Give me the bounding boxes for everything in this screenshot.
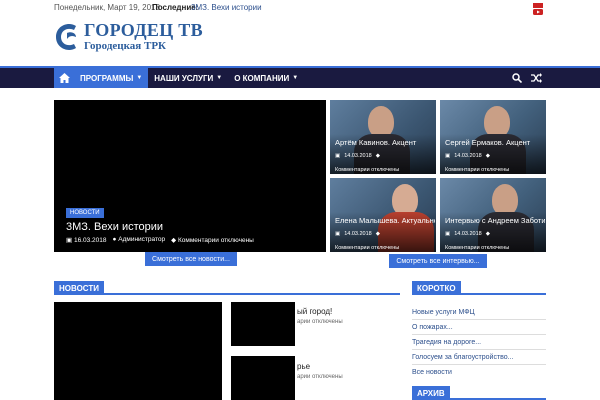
post-author[interactable]: ● Администратор [113, 236, 166, 244]
short-news-list: Новые услуги МФЦ О пожарах... Трагедия н… [412, 305, 546, 379]
interview-card[interactable]: Артём Кавинов. Акцент ▣ 14.03.2018 ◆ Комме… [330, 100, 436, 174]
nav-item-services[interactable]: НАШИ УСЛУГИ ▼ [148, 68, 228, 88]
interview-date: 14.03.2018 [344, 231, 372, 237]
interview-meta: ▣ 14.03.2018 ◆ Комментарии отключены [335, 151, 435, 174]
interview-title[interactable]: Интервью с Андреем Заботиным [445, 216, 545, 225]
featured-post[interactable]: НОВОСТИ 3МЗ. Вехи истории ▣ 16.03.2018 ●… [54, 100, 326, 252]
all-news-button[interactable]: Смотреть все новости... [145, 252, 237, 266]
short-section-header: КОРОТКО [412, 281, 546, 295]
nav-item-label: НАШИ УСЛУГИ [154, 73, 214, 83]
calendar-icon: ▣ [335, 231, 341, 237]
post-comments: ◆ Комментарии отключены [171, 237, 254, 244]
news-section-header: НОВОСТИ [54, 281, 400, 295]
interview-title[interactable]: Сергей Ермаков. Акцент [445, 138, 545, 147]
interview-comments: Комментарии отключены [335, 167, 400, 173]
main-nav: ПРОГРАММЫ ▼ НАШИ УСЛУГИ ▼ О КОМПАНИИ ▼ [0, 66, 600, 88]
news-thumbnail[interactable] [231, 302, 295, 346]
logo-title: ГОРОДЕЦ ТВ [84, 20, 203, 40]
news-item-title[interactable]: ый город! [297, 307, 332, 316]
short-section-label: КОРОТКО [412, 281, 461, 295]
calendar-icon: ▣ [445, 231, 451, 237]
calendar-icon: ▣ [445, 153, 451, 159]
interview-meta: ▣ 14.03.2018 ◆ Комментарии отключены [335, 229, 435, 252]
list-item[interactable]: Новые услуги МФЦ [412, 305, 546, 320]
interview-comments: Комментарии отключены [445, 167, 510, 173]
interview-meta: ▣ 14.03.2018 ◆ Комментарии отключены [445, 151, 545, 174]
interview-meta: ▣ 14.03.2018 ◆ Комментарии отключены [445, 229, 545, 252]
nav-item-programs[interactable]: ПРОГРАММЫ ▼ [74, 68, 149, 88]
chevron-down-icon: ▼ [292, 75, 299, 81]
news-main-thumbnail[interactable] [54, 302, 222, 400]
home-button[interactable] [54, 68, 74, 88]
list-item[interactable]: Трагедия на дороге... [412, 335, 546, 350]
youtube-icon[interactable] [533, 3, 543, 15]
comment-icon: ◆ [485, 153, 490, 159]
site-logo[interactable]: ГОРОДЕЦ ТВ Городецкая ТРК [54, 20, 234, 56]
comment-icon: ◆ [485, 231, 490, 237]
calendar-icon: ▣ [335, 153, 341, 159]
list-item[interactable]: О пожарах... [412, 320, 546, 335]
current-date: Понедельник, Март 19, 2018 [54, 3, 160, 12]
interview-date: 14.03.2018 [454, 153, 482, 159]
interview-title[interactable]: Елена Малышева. Актуальное интервью [335, 216, 435, 225]
news-section-label[interactable]: НОВОСТИ [54, 281, 105, 295]
archive-section-label: АРХИВ [412, 386, 450, 400]
logo-subtitle: Городецкая ТРК [84, 40, 167, 52]
all-short-news-link[interactable]: Все новости [412, 365, 546, 379]
comment-icon: ◆ [375, 231, 380, 237]
interview-card[interactable]: Сергей Ермаков. Акцент ▣ 14.03.2018 ◆ Комм… [440, 100, 546, 174]
news-item-meta: арии отключены [297, 319, 343, 325]
interview-card[interactable]: Интервью с Андреем Заботиным ▣14.03.2018… [440, 178, 546, 252]
top-bar: Понедельник, Март 19, 2018 Последние: 3М… [0, 0, 600, 18]
news-item-title[interactable]: рье [297, 362, 310, 371]
news-thumbnail[interactable] [231, 356, 295, 400]
shuffle-icon[interactable] [531, 73, 542, 83]
comment-icon: ◆ [375, 153, 380, 159]
page: Понедельник, Март 19, 2018 Последние: 3М… [0, 0, 600, 400]
calendar-icon: ▣ [66, 237, 74, 244]
interview-comments: Комментарии отключены [335, 245, 400, 251]
latest-news-link[interactable]: 3МЗ. Вехи истории [191, 3, 262, 12]
nav-item-label: ПРОГРАММЫ [80, 73, 134, 83]
interview-date: 14.03.2018 [454, 231, 482, 237]
all-interviews-button[interactable]: Смотреть все интервью... [389, 254, 487, 268]
list-item[interactable]: Голосуем за благоустройство... [412, 350, 546, 365]
news-item-meta: арии отключены [297, 374, 343, 380]
nav-item-about[interactable]: О КОМПАНИИ ▼ [228, 68, 304, 88]
interview-comments: Комментарии отключены [445, 245, 510, 251]
nav-item-label: О КОМПАНИИ [234, 73, 290, 83]
interview-card[interactable]: Елена Малышева. Актуальное интервью ▣14.… [330, 178, 436, 252]
comment-icon: ◆ [171, 237, 178, 244]
featured-title[interactable]: 3МЗ. Вехи истории [66, 221, 163, 233]
chevron-down-icon: ▼ [136, 75, 143, 81]
interview-title[interactable]: Артём Кавинов. Акцент [335, 138, 435, 147]
home-icon [58, 73, 70, 83]
category-badge[interactable]: НОВОСТИ [66, 208, 104, 218]
post-date: ▣ 16.03.2018 [66, 237, 107, 244]
chevron-down-icon: ▼ [216, 75, 223, 81]
archive-section-header: АРХИВ [412, 386, 546, 400]
logo-mark-icon [56, 24, 76, 50]
featured-meta: ▣ 16.03.2018 ● Администратор ◆ Комментар… [66, 236, 254, 244]
interview-date: 14.03.2018 [344, 153, 372, 159]
search-icon[interactable] [512, 73, 522, 83]
